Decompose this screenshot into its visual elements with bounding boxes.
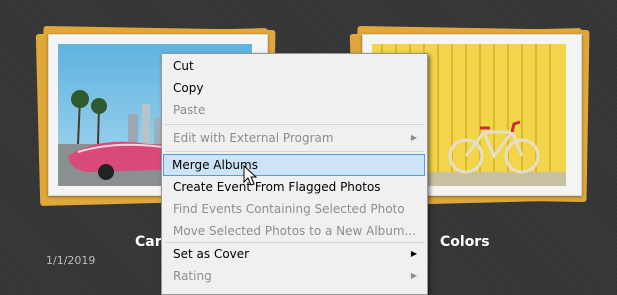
menu-item-move-photos[interactable]: Move Selected Photos to a New Album... [164,221,425,241]
submenu-arrow-icon: ▶ [410,133,417,142]
menu-item-label: Set as Cover [173,247,250,261]
menu-item-paste[interactable]: Paste [164,100,425,120]
menu-item-cut[interactable]: Cut [164,56,425,76]
menu-item-rating[interactable]: Rating ▶ [164,266,425,286]
menu-item-find-events[interactable]: Find Events Containing Selected Photo [164,199,425,219]
submenu-arrow-icon: ▶ [410,249,417,258]
menu-item-label: Move Selected Photos to a New Album... [173,224,417,238]
menu-item-label: Create Event From Flagged Photos [173,180,381,194]
menu-separator [165,124,424,125]
menu-item-label: Cut [173,59,194,73]
menu-separator [165,151,424,152]
menu-item-label: Copy [173,81,204,95]
menu-item-set-as-cover[interactable]: Set as Cover ▶ [164,244,425,264]
submenu-arrow-icon: ▶ [410,271,417,280]
menu-item-label: Paste [173,103,206,117]
menu-separator [165,242,424,243]
album-title-colors[interactable]: Colors [440,234,490,250]
menu-item-edit-external[interactable]: Edit with External Program ▶ [164,128,425,148]
menu-item-label: Edit with External Program [173,131,334,145]
album-date: 1/1/2019 [46,254,96,267]
menu-item-merge-albums[interactable]: Merge Albums [163,154,425,176]
arrow-pointer-icon [243,165,258,186]
menu-item-label: Find Events Containing Selected Photo [173,202,405,216]
menu-item-create-event[interactable]: Create Event From Flagged Photos [164,177,425,197]
menu-item-label: Rating [173,269,212,283]
context-menu: Cut Copy Paste Edit with External Progra… [161,53,428,295]
menu-item-copy[interactable]: Copy [164,78,425,98]
